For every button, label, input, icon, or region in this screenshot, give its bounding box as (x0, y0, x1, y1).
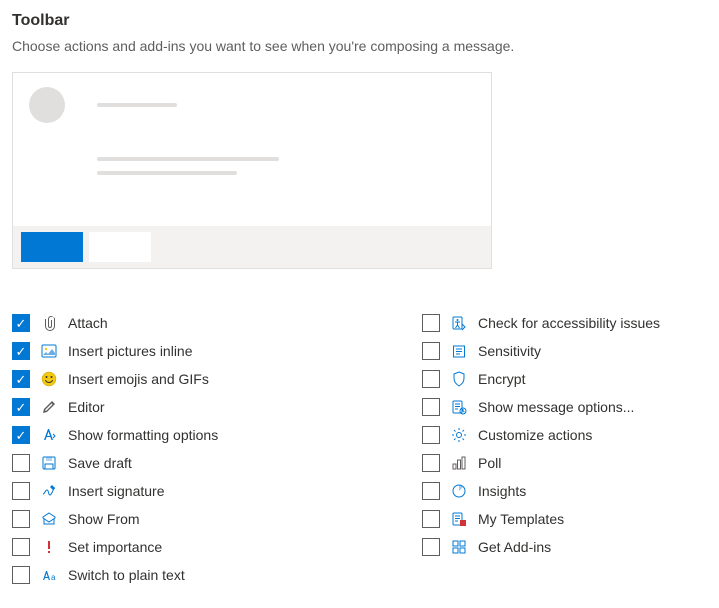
option-row: Show message options... (422, 393, 660, 421)
option-label: Show From (68, 511, 140, 527)
option-label: Customize actions (478, 427, 592, 443)
importance-icon (40, 539, 58, 555)
checkbox[interactable]: ✓ (12, 398, 30, 416)
page-subtitle: Choose actions and add-ins you want to s… (12, 38, 707, 54)
option-row: ✓ Insert emojis and GIFs (12, 365, 402, 393)
checkbox[interactable] (422, 426, 440, 444)
checkbox[interactable] (422, 314, 440, 332)
page-title: Toolbar (12, 12, 707, 30)
option-row: ✓ Editor (12, 393, 402, 421)
checkbox[interactable]: ✓ (12, 370, 30, 388)
option-row: My Templates (422, 505, 660, 533)
option-row: Save draft (12, 449, 402, 477)
preview-secondary-button (89, 232, 151, 262)
option-label: Show message options... (478, 399, 634, 415)
paperclip-icon (40, 315, 58, 331)
option-row: Poll (422, 449, 660, 477)
pen-icon (40, 399, 58, 415)
accessibility-icon (450, 315, 468, 331)
emoji-icon (40, 371, 58, 387)
checkbox[interactable] (12, 454, 30, 472)
checkbox[interactable] (422, 538, 440, 556)
option-row: Insights (422, 477, 660, 505)
checkbox[interactable] (422, 342, 440, 360)
option-row: Set importance (12, 533, 402, 561)
checkbox[interactable]: ✓ (12, 314, 30, 332)
customize-icon (450, 427, 468, 443)
option-label: Attach (68, 315, 108, 331)
picture-icon (40, 343, 58, 359)
option-label: Encrypt (478, 371, 525, 387)
formatting-icon (40, 427, 58, 443)
option-label: Insights (478, 483, 526, 499)
option-row: ✓ Attach (12, 309, 402, 337)
option-row: Show From (12, 505, 402, 533)
sensitivity-icon (450, 343, 468, 359)
checkbox[interactable] (12, 566, 30, 584)
message-options-icon (450, 399, 468, 415)
save-icon (40, 455, 58, 471)
option-label: Insert pictures inline (68, 343, 193, 359)
compose-preview (12, 72, 492, 269)
checkbox[interactable]: ✓ (12, 342, 30, 360)
avatar-placeholder (29, 87, 65, 123)
checkbox[interactable] (12, 482, 30, 500)
skeleton-line (97, 157, 279, 161)
insights-icon (450, 483, 468, 499)
encrypt-icon (450, 371, 468, 387)
checkbox[interactable] (422, 510, 440, 528)
option-label: Editor (68, 399, 105, 415)
option-label: Switch to plain text (68, 567, 185, 583)
option-label: Check for accessibility issues (478, 315, 660, 331)
checkbox[interactable] (422, 482, 440, 500)
skeleton-line (97, 171, 237, 175)
options-right-column: Check for accessibility issues Sensitivit… (422, 309, 660, 589)
addins-icon (450, 539, 468, 555)
poll-icon (450, 455, 468, 471)
option-row: Encrypt (422, 365, 660, 393)
checkbox[interactable] (12, 538, 30, 556)
option-row: ✓ Insert pictures inline (12, 337, 402, 365)
checkbox[interactable] (12, 510, 30, 528)
checkbox[interactable] (422, 454, 440, 472)
option-label: Save draft (68, 455, 132, 471)
signature-icon (40, 483, 58, 499)
option-row: Sensitivity (422, 337, 660, 365)
option-label: Insert signature (68, 483, 165, 499)
options-left-column: ✓ Attach ✓ Insert pictures inline ✓ Insert em… (12, 309, 402, 589)
option-row: Switch to plain text (12, 561, 402, 589)
option-label: Insert emojis and GIFs (68, 371, 209, 387)
from-icon (40, 511, 58, 527)
templates-icon (450, 511, 468, 527)
preview-primary-button (21, 232, 83, 262)
option-label: Sensitivity (478, 343, 541, 359)
option-label: Get Add-ins (478, 539, 551, 555)
option-row: Insert signature (12, 477, 402, 505)
option-label: Show formatting options (68, 427, 218, 443)
plaintext-icon (40, 567, 58, 583)
checkbox[interactable] (422, 398, 440, 416)
option-row: Check for accessibility issues (422, 309, 660, 337)
option-label: My Templates (478, 511, 564, 527)
preview-footer (13, 226, 491, 268)
option-label: Set importance (68, 539, 162, 555)
option-row: Get Add-ins (422, 533, 660, 561)
option-row: Customize actions (422, 421, 660, 449)
option-label: Poll (478, 455, 501, 471)
checkbox[interactable]: ✓ (12, 426, 30, 444)
skeleton-line (97, 103, 177, 107)
checkbox[interactable] (422, 370, 440, 388)
option-row: ✓ Show formatting options (12, 421, 402, 449)
